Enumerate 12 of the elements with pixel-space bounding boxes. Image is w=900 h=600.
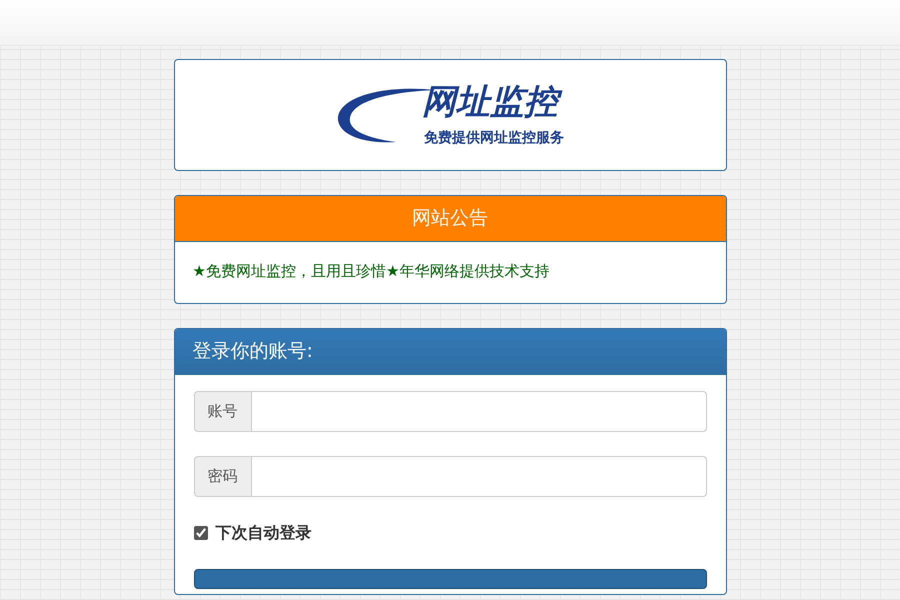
login-header: 登录你的账号:	[174, 328, 726, 374]
notice-text: ★免费网址监控，且用且珍惜★年华网络提供技术支持	[192, 261, 550, 282]
logo-title: 网址监控	[422, 81, 564, 124]
logo-subtitle: 免费提供网址监控服务	[424, 128, 564, 148]
remember-label: 下次自动登录	[216, 522, 312, 544]
input-field[interactable]	[250, 390, 706, 432]
login-button[interactable]	[194, 568, 706, 588]
field-label: 账号	[194, 390, 251, 432]
notice-header: 网站公告	[174, 196, 726, 242]
remember-checkbox[interactable]	[194, 526, 208, 540]
input-field[interactable]	[250, 456, 706, 496]
field-label: 密码	[194, 456, 251, 496]
